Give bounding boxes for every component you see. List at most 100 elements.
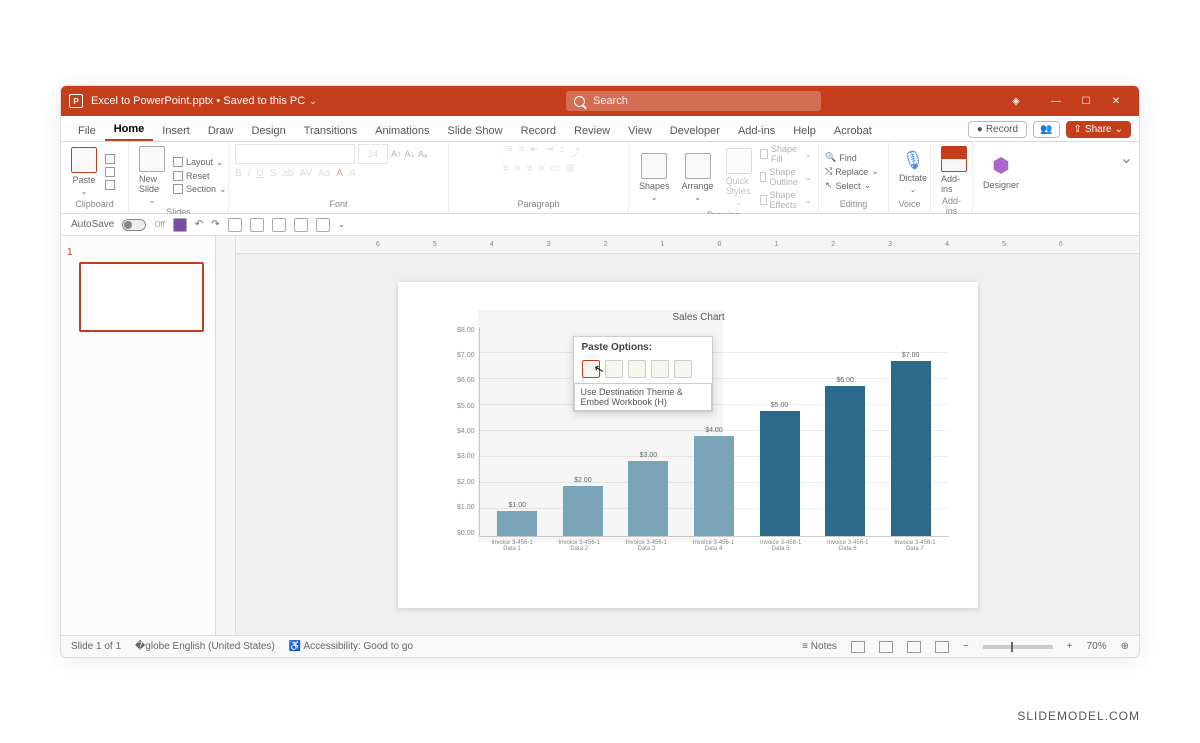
save-icon[interactable] [173, 218, 187, 232]
bar-5: $5.00 [760, 402, 800, 536]
shape-outline-button[interactable]: Shape Outline ⌄ [760, 167, 812, 187]
font-style-buttons[interactable]: BIUSabAVAaAA [235, 168, 356, 179]
tab-view[interactable]: View [619, 121, 661, 141]
sorter-view-button[interactable] [879, 641, 893, 653]
qat-icon-5[interactable] [316, 218, 330, 232]
tab-file[interactable]: File [69, 121, 105, 141]
addins-button[interactable]: Add-ins [937, 144, 971, 196]
app-window: P Excel to PowerPoint.pptx • Saved to th… [60, 85, 1140, 658]
group-paragraph: Paragraph [455, 199, 622, 211]
close-button[interactable]: ✕ [1101, 91, 1131, 111]
tab-animations[interactable]: Animations [366, 121, 438, 141]
replace-button[interactable]: ⤭Replace ⌄ [825, 166, 879, 177]
paste-option-2-icon[interactable] [605, 360, 623, 378]
font-family-select[interactable] [235, 144, 355, 164]
tab-help[interactable]: Help [784, 121, 825, 141]
titlebar: P Excel to PowerPoint.pptx • Saved to th… [61, 86, 1139, 116]
qat-icon-4[interactable] [294, 218, 308, 232]
section-button[interactable]: Section ⌄ [173, 184, 227, 195]
dictate-button[interactable]: 🎙Dictate⌄ [895, 148, 931, 196]
collapse-ribbon-icon[interactable]: ⌄ [1114, 142, 1139, 213]
notes-button[interactable]: ≡ Notes [802, 641, 837, 652]
tab-draw[interactable]: Draw [199, 121, 243, 141]
designer-button[interactable]: ⬢Designer [979, 151, 1023, 192]
quick-access-toolbar: AutoSave Off ↶ ↷ ⌄ [61, 214, 1139, 236]
shape-fill-button[interactable]: Shape Fill ⌄ [760, 144, 812, 164]
search-box[interactable]: Search [566, 91, 821, 111]
new-slide-button[interactable]: New Slide⌄ [135, 144, 169, 207]
autosave-label: AutoSave [71, 219, 114, 230]
select-button[interactable]: ↖Select ⌄ [825, 180, 879, 191]
horizontal-ruler: 6543210123456 [236, 236, 1139, 254]
bar-3: $3.00 [628, 452, 668, 536]
search-icon [574, 96, 585, 107]
group-editing: Editing [825, 199, 882, 211]
tab-review[interactable]: Review [565, 121, 619, 141]
cut-icon[interactable] [105, 154, 115, 164]
vertical-ruler [216, 236, 236, 635]
zoom-level[interactable]: 70% [1087, 641, 1107, 652]
qat-icon-1[interactable] [228, 218, 242, 232]
zoom-in-button[interactable]: + [1067, 641, 1073, 652]
record-button[interactable]: ● Record [968, 121, 1027, 138]
copy-icon[interactable] [105, 167, 115, 177]
font-size-select[interactable]: 24 [358, 144, 388, 164]
tab-transitions[interactable]: Transitions [295, 121, 366, 141]
slide-thumbnail-1[interactable] [79, 262, 204, 332]
ribbon-tabs: File Home Insert Draw Design Transitions… [61, 116, 1139, 142]
premium-icon[interactable]: ◈ [1001, 91, 1031, 111]
slideshow-view-button[interactable] [935, 641, 949, 653]
redo-icon[interactable]: ↷ [211, 219, 219, 230]
tab-home[interactable]: Home [105, 119, 154, 141]
quick-styles-button[interactable]: Quick Styles⌄ [722, 146, 756, 209]
title-dropdown-icon[interactable]: ⌄ [309, 96, 317, 107]
slide[interactable]: Sales Chart $8.00$7.00$6.00$5.00$4.00$3.… [398, 282, 978, 608]
language-indicator[interactable]: �globe English (United States) [135, 641, 275, 652]
group-clipboard: Clipboard [67, 199, 122, 211]
powerpoint-icon: P [69, 94, 83, 108]
zoom-slider[interactable] [983, 645, 1053, 649]
shapes-button[interactable]: Shapes⌄ [635, 151, 674, 204]
attribution: SLIDEMODEL.COM [1017, 709, 1140, 723]
paste-option-4-icon[interactable] [651, 360, 669, 378]
tab-insert[interactable]: Insert [153, 121, 199, 141]
tab-record[interactable]: Record [512, 121, 565, 141]
minimize-button[interactable]: — [1041, 91, 1071, 111]
format-painter-icon[interactable] [105, 180, 115, 190]
search-placeholder: Search [593, 95, 628, 107]
group-voice: Voice [895, 199, 924, 211]
paste-option-5-icon[interactable] [674, 360, 692, 378]
zoom-out-button[interactable]: − [963, 641, 969, 652]
maximize-button[interactable]: ☐ [1071, 91, 1101, 111]
fit-to-window-button[interactable]: ⊕ [1121, 641, 1129, 652]
accessibility-indicator[interactable]: ♿ Accessibility: Good to go [289, 641, 413, 652]
qat-dropdown-icon[interactable]: ⌄ [338, 219, 346, 230]
reset-button[interactable]: Reset [173, 171, 227, 181]
find-button[interactable]: 🔍Find [825, 152, 879, 163]
paragraph-buttons-2[interactable]: ≡≡≡≡▭⊞ [503, 163, 574, 174]
tab-acrobat[interactable]: Acrobat [825, 121, 881, 141]
tab-addins[interactable]: Add-ins [729, 121, 784, 141]
qat-icon-2[interactable] [250, 218, 264, 232]
paste-option-3-icon[interactable] [628, 360, 646, 378]
paragraph-buttons-1[interactable]: ⋮≡≡⇤⇥↕⤴ [497, 144, 580, 159]
layout-button[interactable]: Layout ⌄ [173, 157, 227, 168]
tab-slideshow[interactable]: Slide Show [439, 121, 512, 141]
qat-icon-3[interactable] [272, 218, 286, 232]
shape-effects-button[interactable]: Shape Effects ⌄ [760, 190, 812, 210]
teams-button[interactable]: 👥 [1033, 121, 1059, 138]
arrange-button[interactable]: Arrange⌄ [678, 151, 718, 204]
group-font: Font [235, 199, 442, 211]
autosave-toggle[interactable] [122, 219, 146, 231]
bar-6: $6.00 [825, 377, 865, 536]
main-area: 1 6543210123456 Sales Chart $8.00$7.00$6… [61, 236, 1139, 635]
tab-developer[interactable]: Developer [661, 121, 729, 141]
slide-canvas[interactable]: Sales Chart $8.00$7.00$6.00$5.00$4.00$3.… [236, 254, 1139, 635]
tab-design[interactable]: Design [242, 121, 294, 141]
paste-button[interactable]: Paste⌄ [67, 145, 101, 198]
reading-view-button[interactable] [907, 641, 921, 653]
normal-view-button[interactable] [851, 641, 865, 653]
share-button[interactable]: ⇪ Share ⌄ [1066, 121, 1131, 138]
undo-icon[interactable]: ↶ [195, 219, 203, 230]
paste-options-popup: Paste Options: Use Destination Theme & E… [573, 336, 713, 412]
